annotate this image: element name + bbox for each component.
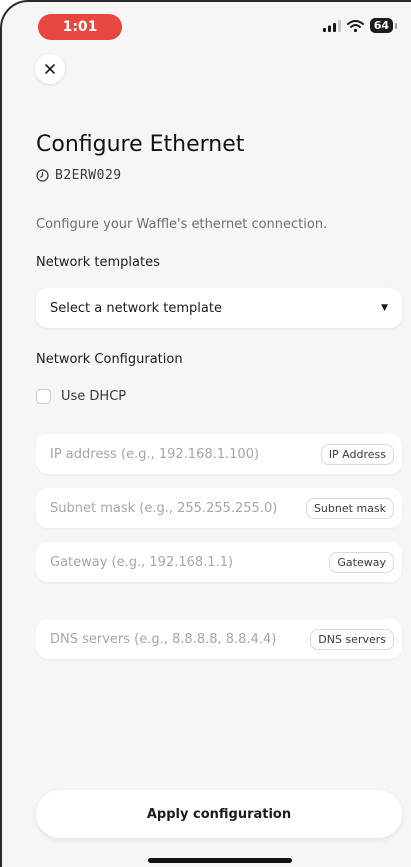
device-id: B2ERW029 [55,168,122,183]
battery-indicator: 64 [369,18,398,33]
subnet-mask-input[interactable] [50,500,306,516]
clock-icon [36,169,49,182]
network-configuration-label: Network Configuration [36,352,183,367]
gateway-field[interactable]: Gateway [36,542,402,582]
gateway-input[interactable] [50,554,330,570]
page-title: Configure Ethernet [36,132,245,157]
close-icon [45,64,55,74]
subnet-mask-field[interactable]: Subnet mask [36,488,402,528]
wifi-icon [346,19,364,32]
network-templates-label: Network templates [36,255,160,270]
subnet-mask-tag: Subnet mask [305,497,394,519]
ip-address-input[interactable] [50,446,321,462]
page-description: Configure your Waffle's ethernet connect… [36,217,328,232]
dhcp-checkbox[interactable] [36,389,51,404]
close-button[interactable] [35,54,65,84]
screen: 1:01 64 Configure Ethernet B2ERW029 Conf… [0,0,411,867]
status-time: 1:01 [38,14,122,40]
dns-servers-field[interactable]: DNS servers [36,619,402,659]
status-bar: 1:01 64 [2,2,411,48]
device-id-row: B2ERW029 [36,168,122,183]
chevron-down-icon: ▼ [381,303,388,313]
network-template-select[interactable]: Select a network template ▼ [36,288,402,328]
home-indicator [148,858,292,863]
gateway-tag: Gateway [329,551,394,573]
dhcp-row[interactable]: Use DHCP [36,389,126,404]
ip-address-tag: IP Address [320,443,394,465]
ip-address-field[interactable]: IP Address [36,434,402,474]
signal-icon [322,19,341,32]
status-icons: 64 [322,18,398,33]
dns-servers-tag: DNS servers [310,628,394,650]
apply-configuration-button[interactable]: Apply configuration [36,790,402,838]
network-template-value: Select a network template [50,300,222,316]
dns-servers-input[interactable] [50,631,311,647]
dhcp-label: Use DHCP [61,389,127,404]
